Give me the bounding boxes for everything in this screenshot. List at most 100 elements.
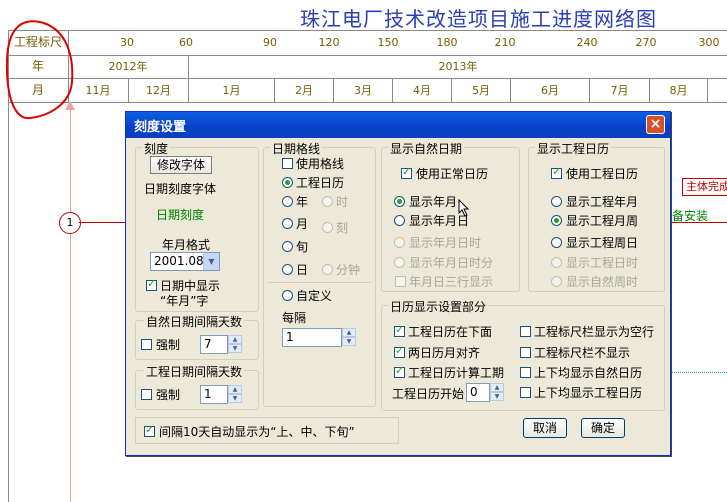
- ruler-tick-label: 120: [318, 36, 340, 49]
- use-project-calendar-checkbox[interactable]: [551, 165, 562, 179]
- auto-xun-checkbox[interactable]: [144, 423, 155, 437]
- use-project-calendar-label: 使用工程日历: [566, 167, 639, 181]
- use-gridline-checkbox[interactable]: [282, 158, 293, 169]
- year-row: 年 2012年 2013年: [8, 55, 727, 79]
- auto-xun-label: 间隔10天自动显示为“上、中、下旬”: [159, 425, 355, 439]
- cancel-button[interactable]: 取消: [523, 418, 567, 438]
- close-button[interactable]: ×: [646, 115, 665, 134]
- year-cell: 2013年: [438, 60, 478, 73]
- both-natural-checkbox[interactable]: [520, 367, 531, 378]
- gridline-custom-label: 自定义: [296, 289, 333, 303]
- ruler-tick-label: 150: [377, 36, 399, 49]
- activity-label: 备安装: [672, 209, 709, 223]
- ruler-tick-label: 240: [576, 36, 598, 49]
- today-arrow-icon: [65, 101, 75, 110]
- project-calendar-start-label: 工程日历开始: [392, 387, 465, 401]
- show-year-month-checkbox[interactable]: [146, 277, 157, 291]
- show-project-year-month-label: 显示工程年月: [566, 195, 639, 209]
- month-cell: 12月: [129, 79, 189, 102]
- show-project-month-week-radio[interactable]: [551, 215, 562, 226]
- project-calendar-start-input[interactable]: 0: [466, 383, 490, 402]
- month-row: 月 11月 12月 1月 2月 3月 4月 5月 6月 7月 8月: [8, 79, 727, 103]
- show-year-month-day-radio[interactable]: [394, 215, 405, 226]
- ruler-bar-hidden-checkbox[interactable]: [520, 347, 531, 358]
- critical-path-line: [79, 222, 127, 223]
- show-project-day-hour-label: 显示工程日时: [566, 256, 639, 270]
- month-cell: 5月: [452, 79, 511, 102]
- gridline-month-label: 月: [296, 217, 309, 231]
- month-cell: 3月: [334, 79, 393, 102]
- auto-xun-container: 间隔10天自动显示为“上、中、下旬”: [135, 417, 399, 444]
- show-project-year-month-radio[interactable]: [551, 196, 562, 207]
- show-year-month-label-line2: “年月”字: [160, 294, 209, 308]
- chart-title: 珠江电厂技术改造项目施工进度网络图: [300, 7, 657, 31]
- gridline-month-radio[interactable]: [282, 218, 293, 229]
- month-row-label: 月: [8, 79, 69, 102]
- gridline-year-radio[interactable]: [282, 196, 293, 207]
- year-month-format-label: 年月格式: [162, 238, 211, 252]
- gridline-quarter-label: 刻: [336, 221, 349, 235]
- show-year-month-label: 显示年月: [409, 195, 458, 209]
- ymd-three-rows-checkbox[interactable]: [395, 276, 406, 287]
- ruler-tick-label: 210: [494, 36, 516, 49]
- dialog-titlebar[interactable]: 刻度设置 ×: [126, 112, 670, 138]
- dialog-title: 刻度设置: [134, 120, 187, 135]
- ruler-bar-blank-checkbox[interactable]: [520, 326, 531, 337]
- scale-group-label: 刻度: [142, 140, 171, 157]
- show-natural-week-hour-radio[interactable]: [551, 276, 562, 287]
- both-project-checkbox[interactable]: [520, 387, 531, 398]
- both-project-label: 上下均显示工程日历: [534, 386, 643, 400]
- ruler-tick-label: 90: [263, 36, 277, 49]
- gridline-hour-radio[interactable]: [322, 196, 333, 207]
- show-ymd-hour-radio[interactable]: [394, 237, 405, 248]
- use-gridline-label: 使用格线: [296, 157, 345, 171]
- modify-font-button[interactable]: 修改字体: [150, 156, 212, 174]
- project-force-checkbox[interactable]: [141, 389, 152, 400]
- show-ymd-hour-minute-radio[interactable]: [394, 257, 405, 268]
- show-ymd-hour-minute-label: 显示年月日时分: [409, 256, 494, 270]
- use-normal-calendar-checkbox[interactable]: [401, 165, 412, 179]
- ruler-tick-label: 60: [179, 36, 193, 49]
- gridline-group: 日期格线 使用格线 工程日历 年 时 月 刻 旬 日 分钟 自定义 每隔 1 ▲…: [263, 140, 376, 407]
- gridline-minute-radio[interactable]: [322, 264, 333, 275]
- show-project-month-week-label: 显示工程月周: [566, 214, 639, 228]
- project-calendar-below-checkbox[interactable]: [394, 323, 405, 337]
- gridline-project-calendar-label: 工程日历: [296, 176, 345, 190]
- month-cell: 8月: [650, 79, 708, 102]
- month-cell: 11月: [68, 79, 129, 102]
- gridline-xun-label: 旬: [296, 240, 309, 254]
- every-interval-stepper[interactable]: ▲ ▼: [342, 328, 356, 347]
- natural-date-group: 显示自然日期 使用正常日历 显示年月 显示年月日 显示年月日时 显示年月日时分 …: [381, 140, 520, 292]
- gridline-day-label: 日: [296, 263, 309, 277]
- natural-interval-stepper[interactable]: ▲ ▼: [228, 335, 242, 354]
- ruler-bar-blank-label: 工程标尺栏显示为空行: [534, 325, 655, 339]
- year-month-format-select[interactable]: 2001.08 ▼: [150, 252, 220, 271]
- gridline-quarter-radio[interactable]: [322, 222, 333, 233]
- gridline-project-calendar-radio[interactable]: [282, 177, 293, 188]
- show-project-day-hour-radio[interactable]: [551, 257, 562, 268]
- natural-interval-group: 自然日期间隔天数 强制 7 ▲ ▼: [135, 313, 259, 360]
- calendar-display-group-label: 日历显示设置部分: [388, 298, 489, 315]
- chevron-down-icon[interactable]: ▼: [203, 253, 219, 270]
- show-ymd-hour-label: 显示年月日时: [409, 236, 482, 250]
- every-interval-input[interactable]: 1: [282, 328, 342, 347]
- network-node[interactable]: 1: [59, 212, 81, 234]
- project-interval-stepper[interactable]: ▲ ▼: [228, 385, 242, 404]
- gridline-xun-radio[interactable]: [282, 241, 293, 252]
- project-calendar-start-stepper[interactable]: ▲ ▼: [490, 383, 504, 402]
- year-row-label: 年: [8, 55, 69, 78]
- calc-duration-checkbox[interactable]: [394, 364, 405, 378]
- project-interval-input[interactable]: 1: [200, 385, 228, 404]
- gridline-custom-radio[interactable]: [282, 290, 293, 301]
- gridline-divider: [268, 282, 371, 283]
- gridline-hour-label: 时: [336, 195, 349, 209]
- two-calendars-aligned-checkbox[interactable]: [394, 344, 405, 358]
- show-year-month-radio[interactable]: [394, 196, 405, 207]
- show-project-week-day-radio[interactable]: [551, 237, 562, 248]
- natural-force-checkbox[interactable]: [141, 339, 152, 350]
- gridline-day-radio[interactable]: [282, 264, 293, 275]
- ok-button[interactable]: 确定: [581, 418, 625, 438]
- ruler-bar-hidden-label: 工程标尺栏不显示: [534, 346, 631, 360]
- natural-interval-input[interactable]: 7: [200, 335, 228, 354]
- gridline-minute-label: 分钟: [336, 263, 361, 277]
